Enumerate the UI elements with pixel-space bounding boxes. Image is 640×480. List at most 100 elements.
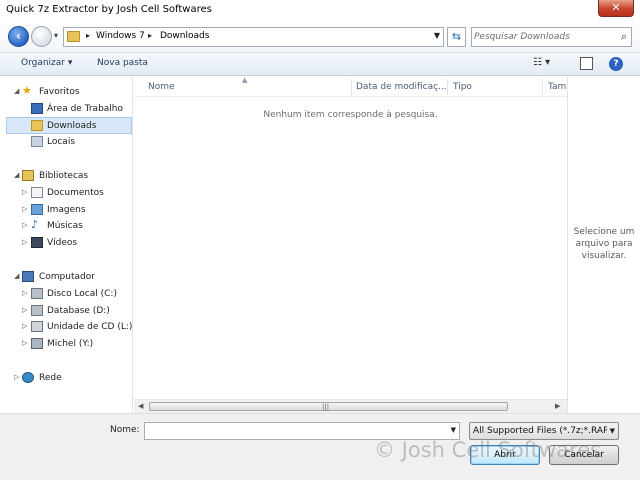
nav-group-network[interactable]: ▷ Rede (0, 370, 132, 387)
expand-arrow-icon[interactable]: ▷ (14, 373, 19, 381)
file-name-combobox[interactable]: ▼ (144, 422, 460, 440)
help-icon[interactable]: ? (609, 57, 623, 71)
chevron-down-icon[interactable]: ▼ (451, 426, 456, 434)
column-divider[interactable] (542, 79, 543, 95)
expand-arrow-icon[interactable]: ◢ (14, 87, 19, 95)
sidebar-item-pictures[interactable]: ▷ Imagens (0, 202, 132, 219)
breadcrumb-chevron-icon[interactable]: ▸ (148, 31, 152, 40)
sidebar-item-label: Unidade de CD (L:) E (47, 322, 133, 332)
sidebar-item-drive-d[interactable]: ▷ Database (D:) (0, 303, 132, 320)
expand-arrow-icon[interactable]: ◢ (14, 171, 19, 179)
scroll-right-icon[interactable]: ▶ (555, 402, 560, 410)
sidebar-item-label: Disco Local (C:) (47, 289, 117, 299)
file-list[interactable]: ▲ Nome Data de modificaç... Tipo Tam Nen… (134, 76, 567, 399)
documents-icon (31, 187, 43, 198)
nav-group-label: Favoritos (39, 87, 80, 97)
computer-icon (22, 271, 34, 282)
scroll-grip-icon: ||| (322, 403, 330, 411)
column-divider[interactable] (351, 79, 352, 95)
sidebar-item-label: Locais (47, 137, 76, 147)
chevron-down-icon[interactable]: ▼ (610, 427, 615, 435)
scroll-left-icon[interactable]: ◀ (138, 402, 143, 410)
refresh-icon: ⇆ (451, 30, 462, 43)
sidebar-item-videos[interactable]: ▷ Vídeos (0, 235, 132, 252)
nav-group-label: Computador (39, 272, 95, 282)
videos-icon (31, 237, 43, 248)
expand-arrow-icon[interactable]: ▷ (22, 339, 27, 347)
expand-arrow-icon[interactable]: ▷ (22, 205, 27, 213)
sidebar-item-label: Área de Trabalho (47, 104, 124, 114)
expand-arrow-icon[interactable]: ◢ (14, 272, 19, 280)
cancel-button[interactable]: Cancelar (549, 445, 619, 465)
address-bar[interactable]: ▸ Windows 7 ▸ Downloads ▼ (63, 27, 444, 47)
scrollbar-thumb[interactable]: ||| (149, 402, 508, 411)
music-icon: ♪ (31, 218, 39, 231)
open-button[interactable]: Abrir (470, 445, 540, 465)
view-options-icon[interactable]: ☷ ▾ (533, 57, 550, 68)
sidebar-item-label: Downloads (47, 121, 97, 131)
expand-arrow-icon[interactable]: ▷ (22, 289, 27, 297)
sidebar-item-drive-c[interactable]: ▷ Disco Local (C:) (0, 286, 132, 303)
recent-pages-dropdown-icon[interactable]: ▾ (54, 31, 58, 40)
sidebar-item-label: Vídeos (47, 238, 78, 248)
expand-arrow-icon[interactable]: ▷ (22, 221, 27, 229)
preview-pane: Selecione um arquivo para visualizar. (567, 77, 640, 413)
column-divider[interactable] (447, 79, 448, 95)
window-title: Quick 7z Extractor by Josh Cell Software… (6, 4, 212, 15)
star-icon: ★ (22, 84, 32, 97)
sidebar-item-network-drive-y[interactable]: ▷ Michel (Y:) (0, 336, 132, 353)
breadcrumb-chevron-icon[interactable]: ▸ (86, 31, 90, 40)
column-header-size[interactable]: Tam (548, 82, 566, 92)
cd-drive-icon (31, 321, 43, 332)
search-input[interactable] (474, 30, 609, 44)
network-icon (22, 372, 34, 383)
expand-arrow-icon[interactable]: ▷ (22, 188, 27, 196)
sidebar-item-recent-places[interactable]: Locais (0, 134, 132, 151)
breadcrumb-downloads[interactable]: Downloads (160, 31, 209, 41)
back-button[interactable]: ‹ (8, 26, 29, 47)
network-drive-icon (31, 338, 43, 349)
forward-button[interactable] (31, 26, 52, 47)
sidebar-item-label: Michel (Y:) (47, 339, 94, 349)
drive-icon (31, 288, 43, 299)
address-row: ‹ ▾ ▸ Windows 7 ▸ Downloads ▼ ⇆ ⌕ (0, 22, 640, 52)
file-type-filter[interactable]: All Supported Files (*.7z;*.RAR;* ▼ (469, 422, 619, 440)
expand-arrow-icon[interactable]: ▷ (22, 306, 27, 314)
folder-icon (67, 31, 80, 42)
preview-pane-toggle-icon[interactable] (580, 57, 593, 70)
expand-arrow-icon[interactable]: ▷ (22, 322, 27, 330)
sidebar-item-label: Músicas (47, 221, 83, 231)
sidebar-item-downloads[interactable]: Downloads (6, 117, 132, 134)
sidebar-item-label: Documentos (47, 188, 104, 198)
horizontal-scrollbar[interactable]: ◀ ||| ▶ (134, 399, 567, 413)
search-box[interactable]: ⌕ (471, 27, 632, 47)
file-name-input[interactable] (147, 425, 442, 438)
sidebar-item-documents[interactable]: ▷ Documentos (0, 185, 132, 202)
organize-button[interactable]: Organizar ▾ (21, 58, 72, 68)
nav-group-favorites[interactable]: ◢ ★ Favoritos (0, 84, 132, 101)
sidebar-item-music[interactable]: ▷ ♪ Músicas (0, 218, 132, 235)
nav-group-label: Rede (39, 373, 62, 383)
breadcrumb-windows7[interactable]: Windows 7 (96, 31, 145, 41)
column-header-type[interactable]: Tipo (453, 82, 472, 92)
close-icon: ✕ (611, 1, 621, 14)
close-button[interactable]: ✕ (598, 0, 634, 17)
nav-group-label: Bibliotecas (39, 171, 89, 181)
sidebar-item-label: Database (D:) (47, 306, 110, 316)
column-header-row: ▲ Nome Data de modificaç... Tipo Tam (134, 76, 567, 97)
new-folder-button[interactable]: Nova pasta (97, 58, 148, 68)
nav-group-libraries[interactable]: ◢ Bibliotecas (0, 168, 132, 185)
refresh-button[interactable]: ⇆ (447, 27, 466, 47)
address-dropdown-icon[interactable]: ▼ (434, 31, 440, 40)
drive-icon (31, 305, 43, 316)
column-header-date[interactable]: Data de modificaç... (356, 82, 447, 92)
column-header-name[interactable]: Nome (148, 82, 175, 92)
nav-group-computer[interactable]: ◢ Computador (0, 269, 132, 286)
search-icon[interactable]: ⌕ (621, 30, 627, 44)
file-name-bar: Nome: ▼ All Supported Files (*.7z;*.RAR;… (0, 413, 640, 480)
sidebar-item-cd-drive[interactable]: ▷ Unidade de CD (L:) E (0, 319, 133, 336)
title-bar: Quick 7z Extractor by Josh Cell Software… (0, 0, 640, 22)
desktop-icon (31, 103, 43, 114)
sidebar-item-desktop[interactable]: Área de Trabalho (0, 101, 132, 118)
expand-arrow-icon[interactable]: ▷ (22, 238, 27, 246)
